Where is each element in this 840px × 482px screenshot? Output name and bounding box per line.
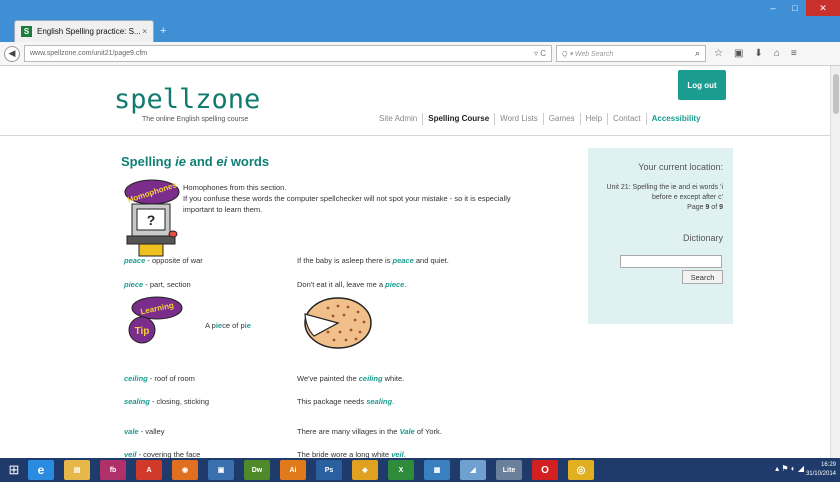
- nav-site-admin[interactable]: Site Admin: [374, 113, 424, 125]
- homophones-computer-icon: Homophones ?: [124, 179, 180, 257]
- nav-games[interactable]: Games: [544, 113, 581, 125]
- browser-tab[interactable]: S English Spelling practice: S... ×: [14, 20, 154, 42]
- nav-word-lists[interactable]: Word Lists: [495, 113, 544, 125]
- minimize-icon[interactable]: –: [762, 0, 784, 16]
- example-sentence-piece: Don't eat it all, leave me a piece.: [297, 280, 407, 289]
- new-tab-icon[interactable]: +: [160, 26, 170, 37]
- example-sentence-veil: The bride wore a long white veil.: [297, 450, 406, 458]
- url-text: www.spellzone.com/unit21/page9.cfm: [30, 50, 148, 57]
- taskbar-fb-icon[interactable]: fb: [100, 460, 126, 480]
- nav-contact[interactable]: Contact: [608, 113, 647, 125]
- taskbar-dreamweaver-icon[interactable]: Dw: [244, 460, 270, 480]
- dictionary-search-input[interactable]: [620, 255, 722, 268]
- taskbar-app12-icon[interactable]: ▦: [424, 460, 450, 480]
- main-navigation: Site Admin Spelling Course Word Lists Ga…: [374, 113, 706, 125]
- windows-start-icon[interactable]: ⊞: [0, 458, 28, 482]
- web-search-input[interactable]: Q ▾ Web Search ⌕: [556, 45, 706, 62]
- window-controls: – □ ✕: [762, 0, 840, 16]
- taskbar-explorer-icon[interactable]: ▤: [64, 460, 90, 480]
- location-text: Unit 21: Spelling the ie and ei words 'i…: [595, 183, 723, 213]
- search-icon[interactable]: ⌕: [695, 48, 700, 59]
- taskbar-photoshop-icon[interactable]: Ps: [316, 460, 342, 480]
- tab-close-icon[interactable]: ×: [142, 27, 147, 36]
- tip-badge-text: Tip: [135, 326, 150, 337]
- taskbar-chrome-icon[interactable]: ◎: [568, 460, 594, 480]
- browser-toolbar: ☆ ▣ ⬇ ⌂ ≡: [714, 48, 797, 59]
- taskbar-clock[interactable]: 16:29 31/10/2014: [806, 461, 836, 479]
- header-divider: [0, 135, 830, 136]
- pie-illustration-icon: [304, 297, 372, 349]
- taskbar-opera-icon[interactable]: O: [532, 460, 558, 480]
- taskbar-excel-icon[interactable]: X: [388, 460, 414, 480]
- page-scrollbar[interactable]: [830, 66, 840, 458]
- word-definition-peace: peace - opposite of war: [124, 256, 203, 265]
- learning-tip-text: A piece of pie: [205, 321, 251, 330]
- windows-taskbar: ⊞ e ▤ fb A ◉ ▣ Dw Ai Ps ◆ X ▦ ◢ Lite O ◎…: [0, 458, 840, 482]
- taskbar-app6-icon[interactable]: ▣: [208, 460, 234, 480]
- taskbar-app13-icon[interactable]: ◢: [460, 460, 486, 480]
- maximize-icon[interactable]: □: [784, 0, 806, 16]
- browser-titlebar: S English Spelling practice: S... × + – …: [0, 0, 840, 42]
- menu-icon[interactable]: ≡: [791, 48, 797, 59]
- nav-accessibility[interactable]: Accessibility: [647, 113, 706, 125]
- word-definition-vale: vale - valley: [124, 427, 165, 436]
- browser-navbar: ◀ www.spellzone.com/unit21/page9.cfm ▿ C…: [0, 42, 840, 66]
- reading-list-icon[interactable]: ▣: [734, 48, 743, 59]
- example-sentence-sealing: This package needs sealing.: [297, 397, 395, 406]
- page-title: Spelling ie and ei words: [121, 154, 270, 169]
- reload-icon[interactable]: ▿ C: [534, 49, 546, 58]
- nav-spelling-course[interactable]: Spelling Course: [423, 113, 496, 125]
- word-definition-veil: veil - covering the face: [124, 450, 201, 458]
- spellzone-logo[interactable]: spellzone: [114, 84, 260, 115]
- dictionary-search-button[interactable]: Search: [682, 270, 723, 284]
- learning-tip-icon: Learning Tip: [128, 296, 183, 344]
- bookmark-star-icon[interactable]: ☆: [714, 48, 723, 59]
- word-definition-sealing: sealing - closing, sticking: [124, 397, 210, 406]
- location-sidebar: Your current location: Unit 21: Spelling…: [588, 148, 733, 324]
- nav-help[interactable]: Help: [581, 113, 609, 125]
- home-icon[interactable]: ⌂: [774, 48, 780, 59]
- taskbar-app14-icon[interactable]: Lite: [496, 460, 522, 480]
- logout-button[interactable]: Log out: [678, 70, 726, 100]
- web-page: spellzone The online English spelling co…: [0, 66, 840, 458]
- word-definition-piece: piece - part, section: [124, 280, 191, 289]
- page-indicator: Page 9 of 9: [687, 204, 723, 211]
- example-sentence-peace: If the baby is asleep there is peace and…: [297, 256, 449, 265]
- taskbar-app10-icon[interactable]: ◆: [352, 460, 378, 480]
- address-bar[interactable]: www.spellzone.com/unit21/page9.cfm ▿ C: [24, 45, 552, 62]
- tab-title: English Spelling practice: S...: [37, 27, 141, 36]
- taskbar-firefox-icon[interactable]: ◉: [172, 460, 198, 480]
- back-button[interactable]: ◀: [4, 45, 20, 62]
- example-sentence-ceiling: We've painted the ceiling white.: [297, 374, 405, 383]
- close-window-icon[interactable]: ✕: [806, 0, 840, 16]
- intro-text: Homophones from this section. If you con…: [183, 183, 511, 214]
- site-tagline: The online English spelling course: [142, 116, 249, 123]
- downloads-icon[interactable]: ⬇: [754, 48, 762, 59]
- location-title: Your current location:: [638, 162, 723, 172]
- taskbar-ie-icon[interactable]: e: [28, 460, 54, 480]
- scrollbar-thumb[interactable]: [833, 74, 839, 114]
- spellzone-favicon-icon: S: [21, 26, 32, 37]
- word-definition-ceiling: ceiling - roof of room: [124, 374, 195, 383]
- taskbar-acrobat-icon[interactable]: A: [136, 460, 162, 480]
- taskbar-illustrator-icon[interactable]: Ai: [280, 460, 306, 480]
- search-placeholder: Q ▾ Web Search: [562, 50, 614, 58]
- svg-text:?: ?: [147, 212, 156, 228]
- system-tray-icons[interactable]: ▴ ⚑ ◐ ◢: [775, 464, 804, 473]
- dictionary-title: Dictionary: [682, 233, 723, 243]
- example-sentence-vale: There are many villages in the Vale of Y…: [297, 427, 442, 436]
